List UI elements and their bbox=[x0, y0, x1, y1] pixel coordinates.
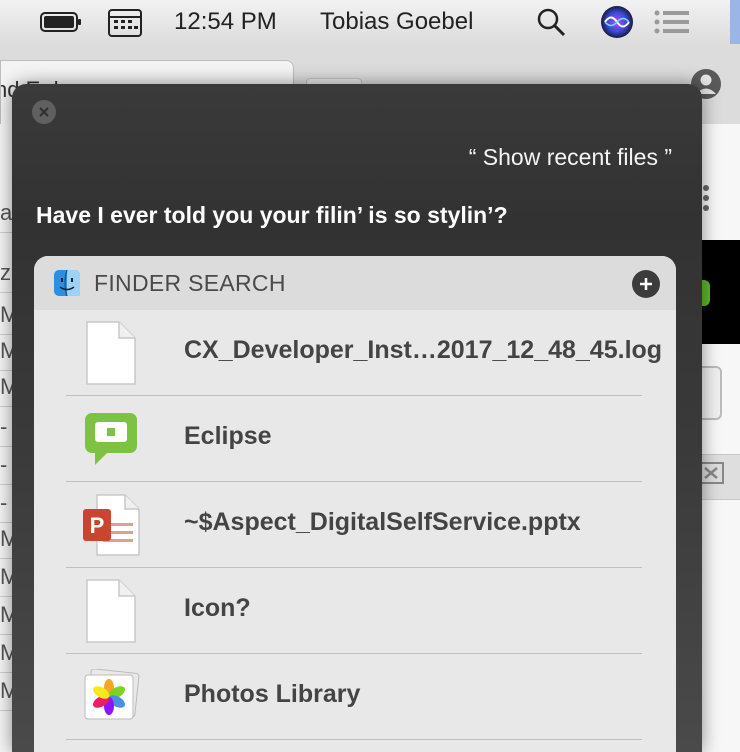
plus-icon bbox=[640, 278, 652, 290]
siri-reply: Have I ever told you your filin’ is so s… bbox=[36, 202, 508, 228]
result-row-pptx[interactable]: P ~$Aspect_DigitalSelfService.pptx bbox=[66, 482, 642, 568]
result-label: ~$Aspect_DigitalSelfService.pptx bbox=[184, 508, 581, 536]
menu-bar-edge bbox=[730, 0, 740, 44]
finder-icon bbox=[54, 269, 80, 301]
card-header: FINDER SEARCH bbox=[34, 256, 676, 310]
result-row-icon[interactable]: Icon? bbox=[66, 568, 642, 654]
siri-close-button[interactable] bbox=[32, 100, 56, 124]
card-title: FINDER SEARCH bbox=[94, 270, 286, 296]
photos-icon bbox=[66, 654, 156, 740]
menu-user-name[interactable]: Tobias Goebel bbox=[320, 0, 473, 44]
add-button[interactable] bbox=[632, 270, 660, 298]
siri-icon[interactable] bbox=[600, 0, 634, 44]
calendar-icon[interactable] bbox=[108, 0, 142, 44]
row-divider bbox=[66, 739, 642, 740]
result-row-photos[interactable]: Photos Library bbox=[66, 654, 642, 740]
result-label: Eclipse bbox=[184, 422, 272, 450]
siri-panel: “ Show recent files ” Have I ever told y… bbox=[12, 84, 702, 752]
notification-center-icon[interactable] bbox=[654, 0, 690, 44]
document-icon bbox=[66, 310, 156, 396]
siri-query: “ Show recent files ” bbox=[468, 144, 672, 170]
menu-clock[interactable]: 12:54 PM bbox=[174, 0, 277, 44]
battery-icon[interactable] bbox=[40, 0, 84, 44]
svg-text:P: P bbox=[90, 513, 105, 538]
result-row-log[interactable]: CX_Developer_Inst…2017_12_48_45.log bbox=[66, 310, 662, 396]
finder-search-card: FINDER SEARCH CX_Developer_Inst…2017_12_… bbox=[34, 256, 676, 752]
result-label: CX_Developer_Inst…2017_12_48_45.log bbox=[184, 336, 663, 364]
result-row-eclipse[interactable]: Eclipse bbox=[66, 396, 642, 482]
more-options-icon[interactable] bbox=[702, 184, 710, 217]
close-icon bbox=[39, 107, 49, 117]
eclipse-icon bbox=[66, 396, 156, 482]
powerpoint-icon: P bbox=[66, 482, 156, 568]
result-label: Icon? bbox=[184, 594, 251, 622]
document-icon bbox=[66, 568, 156, 654]
spotlight-search-icon[interactable] bbox=[536, 0, 566, 44]
result-label: Photos Library bbox=[184, 680, 361, 708]
menu-bar: 12:54 PM Tobias Goebel bbox=[0, 0, 740, 45]
